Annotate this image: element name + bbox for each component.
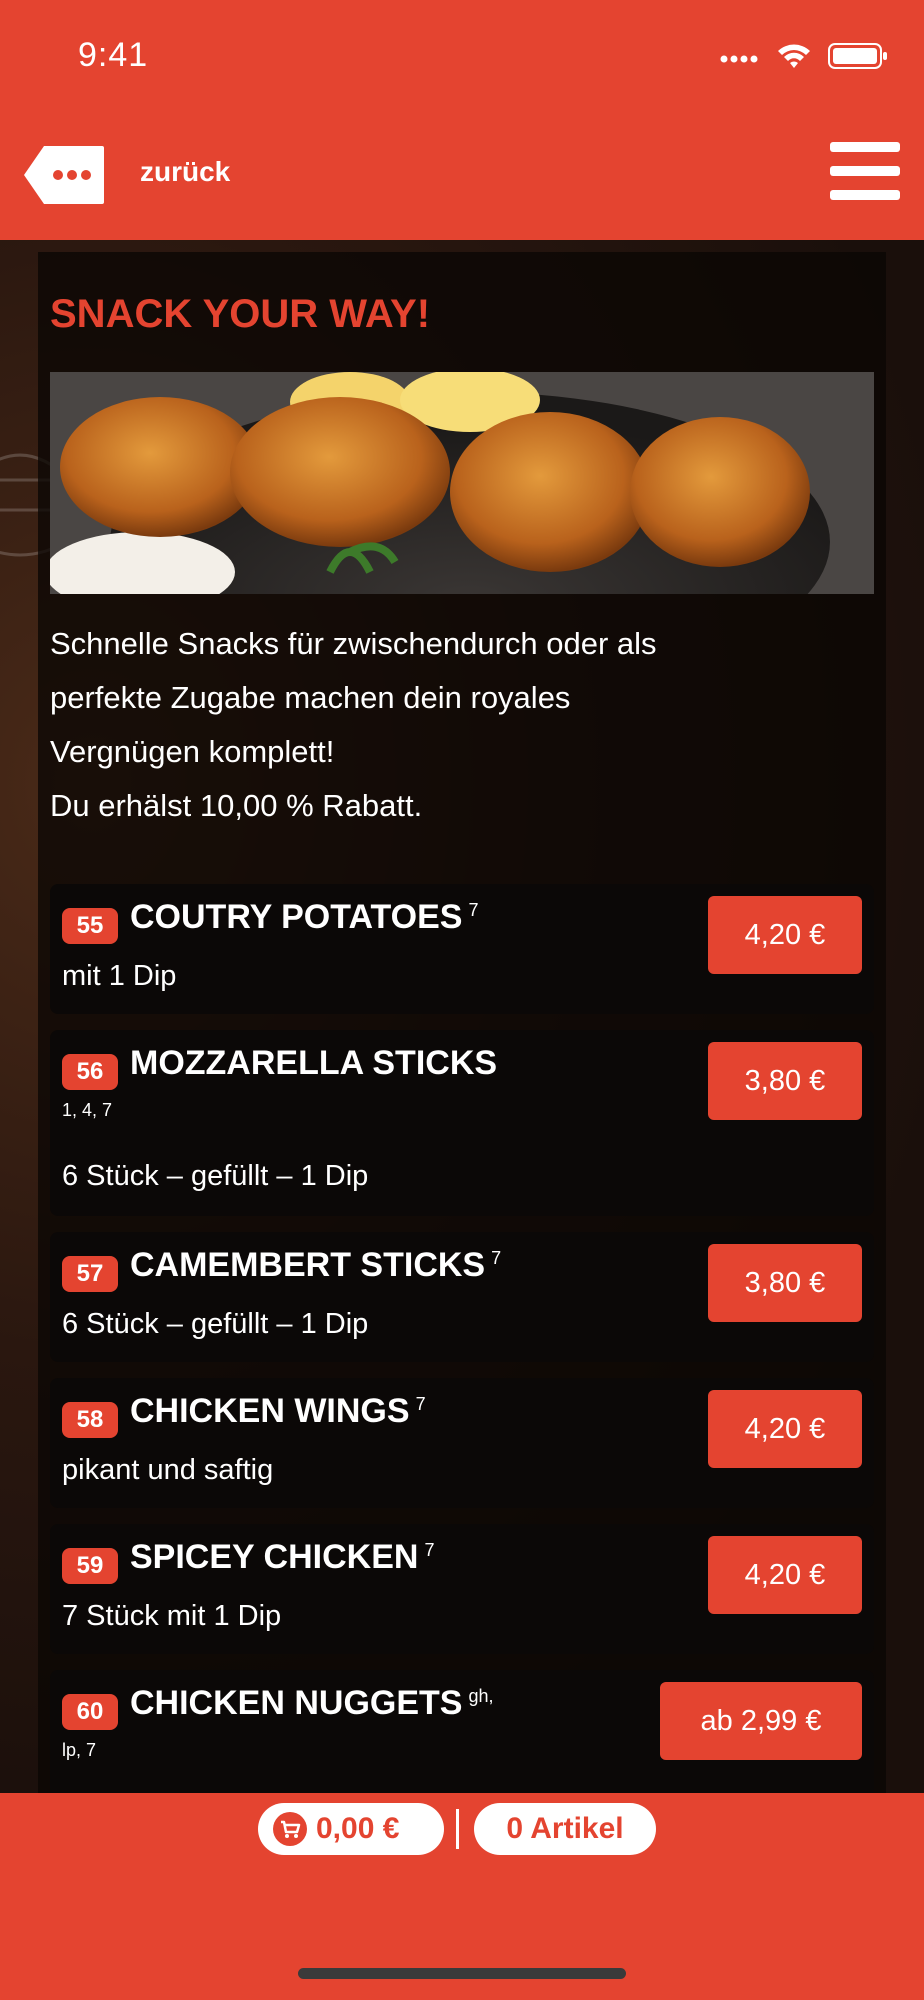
cellular-signal-icon [720,55,758,63]
product-item[interactable]: 59 SPICEY CHICKEN 7 7 Stück mit 1 Dip 4,2… [50,1524,874,1654]
cart-items-button[interactable]: 0 Artikel [474,1803,656,1855]
price-button[interactable]: 4,20 € [708,896,862,974]
status-time: 9:41 [78,36,149,74]
category-description: Schnelle Snacks für zwischendurch oder a… [50,617,874,833]
product-description: pikant und saftig [62,1454,274,1486]
cart-item-count: 0 Artikel [506,1812,624,1845]
page-background: SNACK YOUR WAY! Schnelle Snacks für zwis… [0,240,924,1793]
product-name: MOZZARELLA STICKS [130,1044,498,1082]
product-name: COUTRY POTATOES 7 [130,898,479,936]
discount-note: Du erhälst 10,00 % Rabatt. [50,788,423,823]
price-button[interactable]: ab 2,99 € [660,1682,862,1760]
product-number-badge: 55 [62,908,118,944]
product-number-badge: 56 [62,1054,118,1090]
product-list: 55 COUTRY POTATOES 7 mit 1 Dip 4,20 € 56 … [50,884,874,1793]
product-name: SPICEY CHICKEN 7 [130,1538,435,1576]
back-tag-icon [24,146,104,204]
home-indicator[interactable] [298,1968,626,1979]
product-item[interactable]: 57 CAMEMBERT STICKS 7 6 Stück – gefüllt –… [50,1232,874,1362]
allergen-footnote: lp, 7 [62,1740,97,1760]
back-label[interactable]: zurück [140,156,230,188]
product-item[interactable]: 58 CHICKEN WINGS 7 pikant und saftig 4,20… [50,1378,874,1508]
product-description: mit 1 Dip [62,960,177,992]
product-description: 6 Stück – gefüllt – 1 Dip [62,1160,369,1192]
product-item[interactable]: 56 MOZZARELLA STICKS 1, 4, 7 6 Stück – g… [50,1030,874,1216]
product-name: CHICKEN NUGGETS gh, [130,1684,494,1722]
product-number-badge: 59 [62,1548,118,1584]
status-icons [720,42,888,70]
cart-total: 0,00 € [316,1812,400,1845]
product-name: CAMEMBERT STICKS 7 [130,1246,502,1284]
price-button[interactable]: 3,80 € [708,1244,862,1322]
product-item[interactable]: 60 CHICKEN NUGGETS gh, lp, 7 ab 2,99 € [50,1670,874,1793]
price-button[interactable]: 4,20 € [708,1390,862,1468]
cart-total-button[interactable]: 0,00 € [258,1803,444,1855]
nav-bar: zurück [0,100,924,240]
category-title: SNACK YOUR WAY! [50,292,431,336]
cart-divider [456,1809,459,1849]
cart-icon [273,1812,307,1846]
product-number-badge: 57 [62,1256,118,1292]
intro-line: Schnelle Snacks für zwischendurch oder a… [50,626,657,661]
product-description: 6 Stück – gefüllt – 1 Dip [62,1308,369,1340]
product-item[interactable]: 55 COUTRY POTATOES 7 mit 1 Dip 4,20 € [50,884,874,1014]
product-number-badge: 60 [62,1694,118,1730]
battery-icon [828,43,887,69]
back-button[interactable] [22,144,106,206]
product-description: 7 Stück mit 1 Dip [62,1600,282,1632]
allergen-footnote: 1, 4, 7 [62,1100,113,1120]
intro-line: perfekte Zugabe machen dein royales [50,680,571,715]
price-button[interactable]: 4,20 € [708,1536,862,1614]
hamburger-menu-icon[interactable] [830,142,900,202]
product-name: CHICKEN WINGS 7 [130,1392,426,1430]
wifi-icon [778,44,810,68]
product-number-badge: 58 [62,1402,118,1438]
menu-category-panel: SNACK YOUR WAY! Schnelle Snacks für zwis… [38,252,886,1793]
intro-line: Vergnügen komplett! [50,734,335,769]
category-hero-image [50,372,874,594]
price-button[interactable]: 3,80 € [708,1042,862,1120]
